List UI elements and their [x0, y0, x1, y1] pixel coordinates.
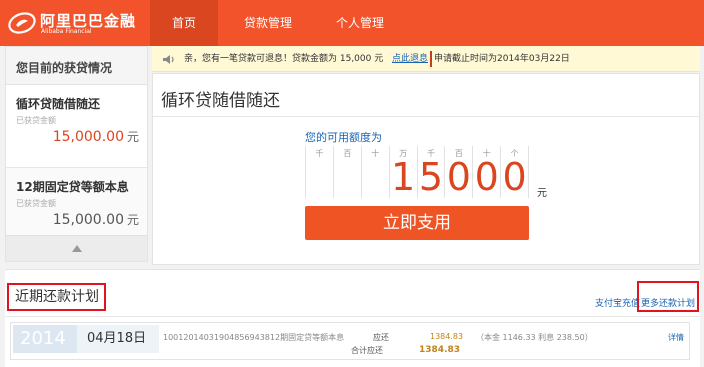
- credit-unit: 元: [537, 188, 547, 199]
- sidebar-loan-revolving[interactable]: 循环贷随借随还 已获贷金额 15,000.00 元: [6, 95, 147, 163]
- section-title: 近期还款计划: [7, 283, 106, 311]
- digit-cell: 个0: [501, 146, 529, 198]
- nav-home[interactable]: 首页: [150, 0, 218, 46]
- loan-subtitle: 已获贷金额: [16, 199, 56, 208]
- row-due-amount: 1384.83: [430, 332, 464, 341]
- divider: [5, 316, 700, 317]
- sidebar-heading: 您目前的获贷情况: [6, 47, 147, 85]
- brand-name-en: Alibaba Financial: [41, 28, 92, 35]
- loan-main-panel: 循环贷随借随还 您的可用额度为 千 百 十 万1 千5 百0 十0 个0 元 立…: [152, 73, 700, 265]
- sidebar-loan-fixed[interactable]: 12期固定贷等额本息 已获贷金额 15,000.00 元: [6, 167, 147, 239]
- chevron-up-icon: [72, 245, 82, 252]
- alibaba-logo-icon: [8, 12, 36, 34]
- nav-loan-management[interactable]: 贷款管理: [220, 0, 316, 46]
- row-details-link[interactable]: 详情: [668, 332, 684, 343]
- digit-cell: 十: [362, 146, 390, 198]
- row-due-label: 应还: [373, 333, 389, 342]
- row-total-label: 合计应还: [351, 346, 383, 355]
- divider: [153, 116, 699, 117]
- row-loan-id: 10012014031904856943812期固定贷等额本息: [163, 333, 345, 342]
- more-plans-link[interactable]: 更多还款计划: [641, 296, 695, 309]
- loan-title: 循环贷随借随还: [16, 97, 101, 111]
- top-header: 阿里巴巴金融 Alibaba Financial 首页 贷款管理 个人管理: [0, 0, 704, 46]
- main-nav: 首页 贷款管理 个人管理: [150, 0, 404, 46]
- loan-title: 12期固定贷等额本息: [16, 180, 129, 194]
- notice-message: 亲，您有一笔贷款可退息！贷款金额为 15,000 元: [184, 54, 384, 64]
- loan-summary-sidebar: 您目前的获贷情况 循环贷随借随还 已获贷金额 15,000.00 元 12期固定贷…: [5, 46, 148, 262]
- digit-cell: 千: [306, 146, 334, 198]
- alipay-recharge-link[interactable]: 支付宝充值: [595, 296, 640, 309]
- row-total-amount: 1384.83: [419, 345, 460, 355]
- speaker-icon: [163, 55, 174, 64]
- refund-interest-link[interactable]: 点此退息: [392, 46, 428, 72]
- notice-deadline: 申请截止时间为2014年03月22日: [434, 54, 570, 64]
- credit-digit-display: 千 百 十 万1 千5 百0 十0 个0: [305, 146, 529, 198]
- digit-cell: 万1: [390, 146, 418, 198]
- withdraw-now-button[interactable]: 立即支用: [305, 206, 529, 240]
- repayment-row: 2014 04月18日 10012014031904856943812期固定贷等…: [10, 322, 690, 360]
- digit-cell: 百: [334, 146, 362, 198]
- row-date: 04月18日: [77, 325, 159, 353]
- page-title: 循环贷随借随还: [161, 91, 280, 111]
- notice-marker: [430, 51, 432, 67]
- digit-cell: 百0: [445, 146, 474, 198]
- refund-notice-bar: 亲，您有一笔贷款可退息！贷款金额为 15,000 元 点此退息 申请截止时间为2…: [152, 46, 700, 72]
- nav-personal-management[interactable]: 个人管理: [316, 0, 404, 46]
- loan-amount: 15,000.00 元: [52, 212, 139, 228]
- digit-cell: 十0: [473, 146, 502, 198]
- digit-cell: 千5: [418, 146, 446, 198]
- loan-amount: 15,000.00 元: [52, 129, 139, 145]
- available-credit-label: 您的可用额度为: [305, 131, 382, 144]
- loan-subtitle: 已获贷金额: [16, 116, 56, 125]
- row-year: 2014: [13, 325, 77, 353]
- repayment-plan-section: 近期还款计划 支付宝充值 更多还款计划 2014 04月18日 10012014…: [5, 269, 700, 367]
- brand-logo[interactable]: 阿里巴巴金融 Alibaba Financial: [5, 7, 145, 39]
- sidebar-collapse-button[interactable]: [6, 235, 147, 261]
- row-breakdown: （本金 1146.33 利息 238.50）: [476, 333, 593, 342]
